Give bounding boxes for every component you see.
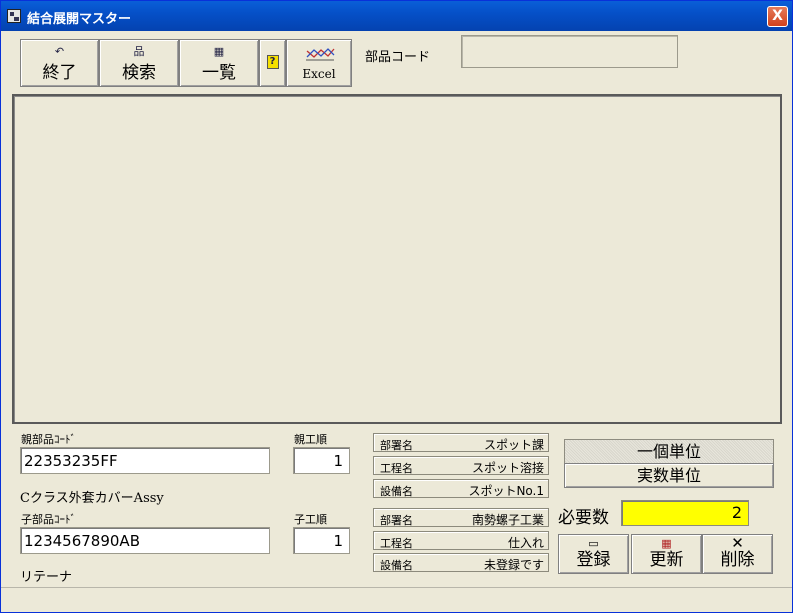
parent-code-label: 親部品ｺｰﾄﾞ xyxy=(21,433,76,446)
child-process-value: 仕入れ xyxy=(507,536,544,550)
parent-equipment-value: スポットNo.1 xyxy=(468,484,544,498)
search-label: 検索 xyxy=(122,63,156,83)
child-dept-value: 南勢螺子工業 xyxy=(471,513,544,527)
delete-label: 削除 xyxy=(720,550,755,570)
excel-button[interactable]: Excel xyxy=(286,39,352,87)
chart-icon xyxy=(306,48,335,61)
parent-code-input[interactable]: 22353235FF xyxy=(20,447,270,474)
register-button[interactable]: ▭ 登録 xyxy=(558,534,629,574)
search-button[interactable]: 品 検索 xyxy=(99,39,179,87)
delete-button[interactable]: ✕ 削除 xyxy=(702,534,773,574)
parent-process-value: スポット溶接 xyxy=(471,461,544,475)
child-process-key: 工程名 xyxy=(380,537,413,550)
parent-order-input[interactable]: 1 xyxy=(293,447,350,474)
child-order-input[interactable]: 1 xyxy=(293,527,350,554)
title-bar[interactable]: 結合展開マスター X xyxy=(1,1,792,31)
parent-dept-value: スポット課 xyxy=(483,438,544,452)
help-button[interactable]: ? xyxy=(259,39,286,87)
parent-dept-key: 部署名 xyxy=(380,439,413,452)
required-qty-label: 必要数 xyxy=(558,508,609,528)
required-qty-input[interactable]: 2 xyxy=(621,500,749,526)
parent-order-label: 親工順 xyxy=(294,433,327,446)
child-code-label: 子部品ｺｰﾄﾞ xyxy=(21,513,76,526)
child-equipment-cell: 設備名 未登録です xyxy=(373,553,549,572)
parent-equipment-cell: 設備名 スポットNo.1 xyxy=(373,479,549,498)
toolbar: ↶ 終了 品 検索 ▦ 一覧 ? Excel xyxy=(20,39,352,87)
excel-label: Excel xyxy=(302,67,336,81)
single-unit-toggle[interactable]: 一個単位 xyxy=(564,439,774,464)
exit-button[interactable]: ↶ 終了 xyxy=(20,39,99,87)
grid-icon: ▦ xyxy=(213,45,225,58)
undo-icon: ↶ xyxy=(54,45,65,58)
child-process-cell: 工程名 仕入れ xyxy=(373,531,549,550)
tree-icon: 品 xyxy=(133,45,145,58)
status-bar xyxy=(1,587,792,612)
part-code-label: 部品コード xyxy=(365,50,431,65)
child-dept-key: 部署名 xyxy=(380,514,413,527)
child-code-input[interactable]: 1234567890AB xyxy=(20,527,270,554)
parent-process-cell: 工程名 スポット溶接 xyxy=(373,456,549,475)
update-button[interactable]: ▦ 更新 xyxy=(631,534,702,574)
window-title: 結合展開マスター xyxy=(27,12,132,27)
app-icon xyxy=(7,9,21,23)
parent-equipment-key: 設備名 xyxy=(380,485,413,498)
part-code-input[interactable] xyxy=(461,35,678,68)
update-label: 更新 xyxy=(649,550,684,570)
child-dept-cell: 部署名 南勢螺子工業 xyxy=(373,508,549,527)
list-button[interactable]: ▦ 一覧 xyxy=(179,39,259,87)
child-order-label: 子工順 xyxy=(294,513,327,526)
parent-dept-cell: 部署名 スポット課 xyxy=(373,433,549,452)
actual-unit-toggle[interactable]: 実数単位 xyxy=(564,463,774,488)
list-label: 一覧 xyxy=(202,63,236,83)
main-tree-panel[interactable] xyxy=(12,94,782,424)
exit-label: 終了 xyxy=(42,63,77,83)
child-equipment-key: 設備名 xyxy=(380,559,413,572)
register-label: 登録 xyxy=(576,550,611,570)
window: 結合展開マスター X ↶ 終了 品 検索 ▦ 一覧 ? Excel 部品コード xyxy=(0,0,793,613)
child-equipment-value: 未登録です xyxy=(483,558,544,572)
parent-part-name: Cクラス外套カバーAssy xyxy=(20,491,164,506)
child-part-name: リテーナ xyxy=(20,570,73,585)
parent-process-key: 工程名 xyxy=(380,462,413,475)
close-button[interactable]: X xyxy=(767,6,788,27)
help-icon: ? xyxy=(266,55,279,69)
